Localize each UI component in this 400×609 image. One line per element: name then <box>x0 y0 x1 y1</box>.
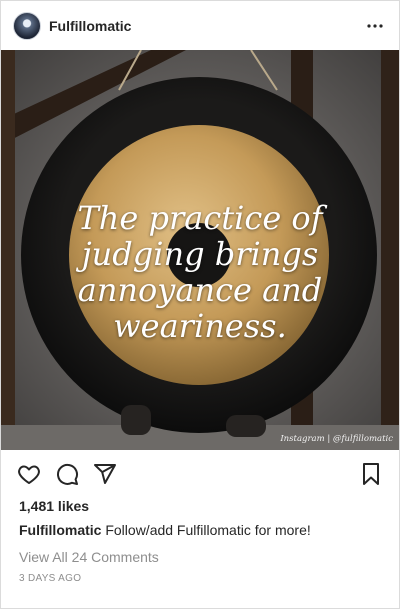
comment-icon[interactable] <box>55 462 79 486</box>
quote-text: The practice of judging brings annoyance… <box>77 199 323 345</box>
bookmark-icon[interactable] <box>359 462 383 486</box>
post-image[interactable]: The practice of judging brings annoyance… <box>1 50 399 450</box>
caption-username[interactable]: Fulfillomatic <box>19 522 101 538</box>
post-timestamp: 3 DAYS AGO <box>19 573 82 584</box>
likes-count[interactable]: 1,481 likes <box>19 498 89 514</box>
view-comments-link[interactable]: View All 24 Comments <box>19 549 159 565</box>
caption-text: Follow/add Fulfillomatic for more! <box>105 522 311 538</box>
post-caption: Fulfillomatic Follow/add Fulfillomatic f… <box>19 522 389 538</box>
post-header: Fulfillomatic <box>1 1 399 50</box>
more-options-icon[interactable] <box>363 14 387 38</box>
post-card: Fulfillomatic The practice of judging br… <box>0 0 400 609</box>
share-icon[interactable] <box>93 462 117 486</box>
post-username[interactable]: Fulfillomatic <box>49 18 131 34</box>
heart-icon[interactable] <box>17 462 41 486</box>
avatar[interactable] <box>13 11 41 40</box>
action-bar <box>1 458 399 490</box>
watermark-text: Instagram | @fulfillomatic <box>280 434 393 444</box>
